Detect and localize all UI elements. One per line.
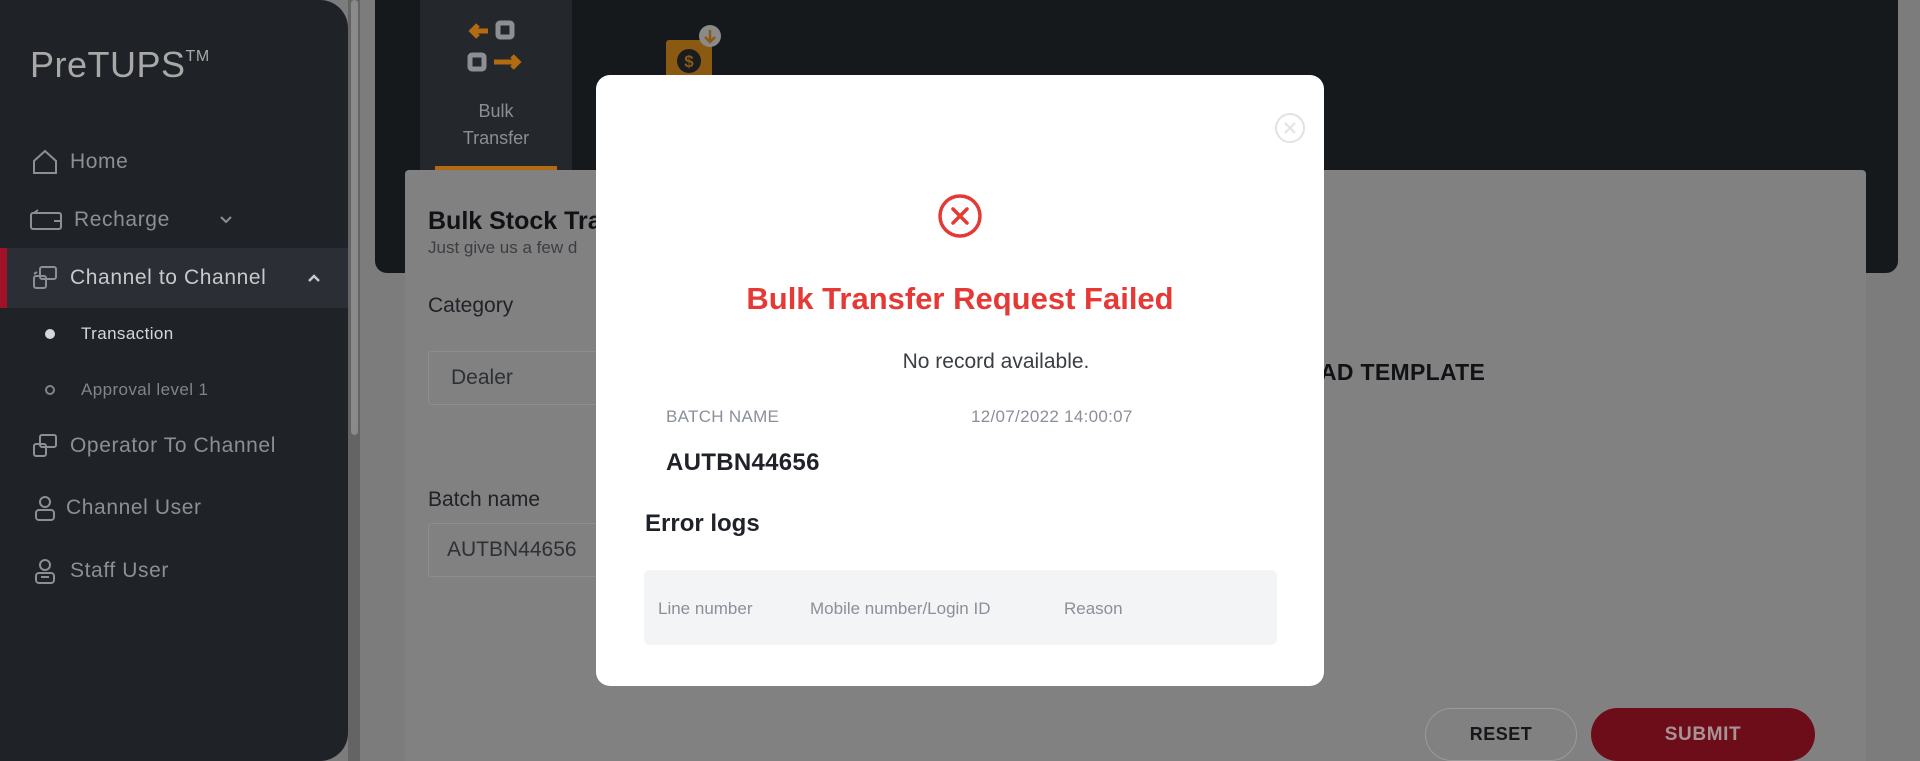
sidebar-scrollbar-thumb[interactable] [351, 0, 358, 435]
error-logs-title: Error logs [645, 510, 760, 537]
logo-trademark: TM [185, 48, 210, 65]
user-icon [30, 493, 60, 523]
close-button[interactable] [1273, 111, 1307, 145]
column-header: Line number [658, 599, 753, 618]
category-label: Category [428, 294, 514, 317]
svg-text:$: $ [684, 52, 694, 71]
sidebar: PreTUPSTM Home Recharge Channel to Chann… [0, 0, 348, 761]
sidebar-subitem-transaction[interactable]: Transaction [0, 314, 348, 354]
sidebar-item-channel-to-channel[interactable]: Channel to Channel [0, 248, 348, 308]
sidebar-subitem-approval-level-1[interactable]: Approval level 1 [0, 370, 348, 410]
sidebar-item-home[interactable]: Home [0, 134, 348, 190]
sidebar-item-label: Home [70, 150, 129, 173]
close-icon [1275, 113, 1305, 143]
sidebar-item-operator-to-channel[interactable]: Operator To Channel [0, 418, 348, 474]
bullet-filled-icon [45, 329, 55, 339]
form-title: Bulk Stock Tra [428, 207, 602, 235]
chevron-down-icon[interactable] [218, 212, 234, 228]
sidebar-item-label: Channel to Channel [70, 266, 267, 289]
error-logs-table: Line number Mobile number/Login ID Reaso… [644, 570, 1277, 645]
tab-bulk-transfer[interactable]: Bulk Transfer [420, 0, 572, 170]
batch-name-value: AUTBN44656 [447, 538, 577, 561]
batch-name-heading: BATCH NAME [666, 407, 780, 426]
category-value: Dealer [451, 366, 513, 389]
form-subtitle: Just give us a few d [428, 238, 578, 257]
modal-title: Bulk Transfer Request Failed [746, 281, 1174, 316]
sidebar-item-label: Channel User [66, 496, 202, 519]
sidebar-item-label: Staff User [70, 559, 169, 582]
sidebar-item-channel-user[interactable]: Channel User [0, 480, 348, 536]
channel-transfer-icon [30, 263, 60, 293]
tab-label-line1: Bulk [478, 101, 514, 121]
sidebar-subitem-label: Approval level 1 [81, 380, 209, 399]
recharge-icon [30, 205, 62, 235]
column-header: Reason [1064, 599, 1123, 618]
batch-name-input[interactable]: AUTBN44656 [428, 523, 598, 577]
home-icon [30, 147, 60, 177]
chevron-up-icon[interactable] [306, 270, 322, 286]
error-modal: Bulk Transfer Request Failed No record a… [596, 75, 1324, 686]
submit-button[interactable]: SUBMIT [1591, 708, 1815, 761]
sidebar-item-label: Recharge [74, 208, 170, 231]
app-logo: PreTUPSTM [30, 44, 210, 86]
batch-name-label: Batch name [428, 488, 541, 511]
bulk-transfer-icon [420, 0, 572, 98]
batch-timestamp: 12/07/2022 14:00:07 [971, 407, 1133, 426]
batch-name-value: AUTBN44656 [666, 449, 820, 476]
sidebar-item-staff-user[interactable]: Staff User [0, 543, 348, 599]
logo-text: PreTUPS [30, 44, 186, 85]
sidebar-subitem-label: Transaction [81, 324, 174, 343]
bullet-outline-icon [45, 385, 55, 395]
sidebar-item-label: Operator To Channel [70, 434, 276, 457]
error-icon [938, 194, 982, 238]
operator-transfer-icon [30, 431, 60, 461]
reset-button[interactable]: RESET [1425, 708, 1577, 761]
modal-message: No record available. [902, 350, 1090, 373]
sidebar-item-recharge[interactable]: Recharge [0, 192, 348, 248]
staff-user-icon [30, 556, 60, 586]
tab-label-line2: Transfer [462, 128, 530, 148]
column-header: Mobile number/Login ID [810, 599, 991, 618]
category-select[interactable]: Dealer [428, 351, 608, 405]
